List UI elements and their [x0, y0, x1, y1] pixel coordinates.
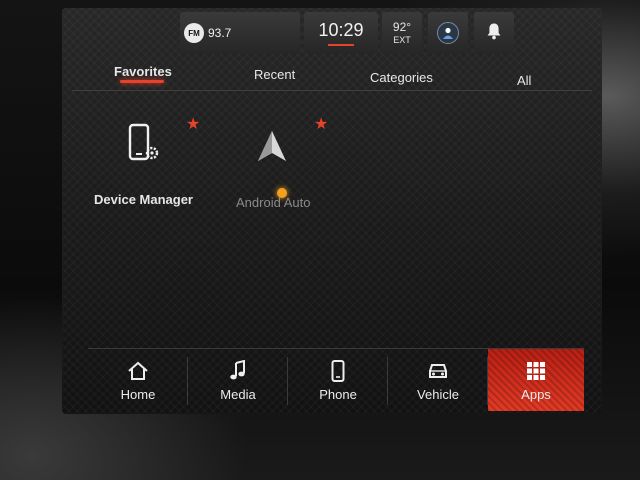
home-icon: [126, 359, 150, 383]
clock-indicator-bar: [328, 44, 354, 46]
bottom-navigation: Home Media Phone Vehicle Apps: [88, 348, 584, 411]
temperature-label: EXT: [393, 34, 411, 45]
tab-categories[interactable]: Categories: [370, 70, 433, 85]
android-auto-icon: [252, 126, 292, 166]
favorite-star-icon: ★: [186, 116, 201, 133]
phone-icon: [331, 359, 345, 383]
tab-all[interactable]: All: [517, 73, 531, 88]
nav-label-media: Media: [220, 386, 256, 402]
nav-vehicle[interactable]: Vehicle: [388, 349, 488, 411]
light-glare: [277, 188, 287, 198]
app-label-device-manager: Device Manager: [94, 192, 193, 207]
radio-band-badge: FM: [184, 23, 204, 43]
temperature-value: 92°: [392, 19, 412, 34]
nav-home[interactable]: Home: [88, 349, 188, 411]
radio-frequency: 93.7: [208, 26, 232, 40]
status-bar: FM 93.7 10:29 92° EXT: [62, 8, 602, 58]
apps-tabs: Favorites Recent Categories All: [62, 58, 602, 92]
clock-time: 10:29: [318, 20, 364, 40]
outside-temperature: 92° EXT: [382, 12, 422, 54]
favorite-star-icon: ★: [314, 116, 329, 133]
driver-profile-button[interactable]: [428, 12, 468, 54]
tab-favorites[interactable]: Favorites: [114, 64, 172, 79]
nav-label-apps: Apps: [521, 386, 551, 402]
nav-label-phone: Phone: [319, 386, 357, 402]
nav-phone[interactable]: Phone: [288, 349, 388, 411]
driver-profile-icon: [437, 22, 459, 44]
nav-apps[interactable]: Apps: [488, 349, 584, 411]
nav-label-home: Home: [120, 386, 156, 402]
radio-status[interactable]: FM 93.7: [180, 12, 300, 54]
music-note-icon: [229, 359, 247, 383]
tab-divider: [72, 90, 592, 91]
nav-media[interactable]: Media: [188, 349, 288, 411]
nav-label-vehicle: Vehicle: [417, 386, 459, 402]
tab-recent[interactable]: Recent: [254, 67, 295, 82]
car-icon: [426, 359, 450, 383]
clock: 10:29: [304, 12, 378, 54]
phone-gear-icon: [126, 122, 162, 166]
app-label-android-auto: Android Auto: [236, 195, 311, 210]
infotainment-screen: FM 93.7 10:29 92° EXT Favorites Recent C…: [62, 8, 602, 414]
active-tab-indicator: [120, 80, 164, 83]
notification-bell-icon: [486, 22, 502, 45]
apps-grid-icon: [526, 359, 546, 383]
notifications-button[interactable]: [474, 12, 514, 54]
